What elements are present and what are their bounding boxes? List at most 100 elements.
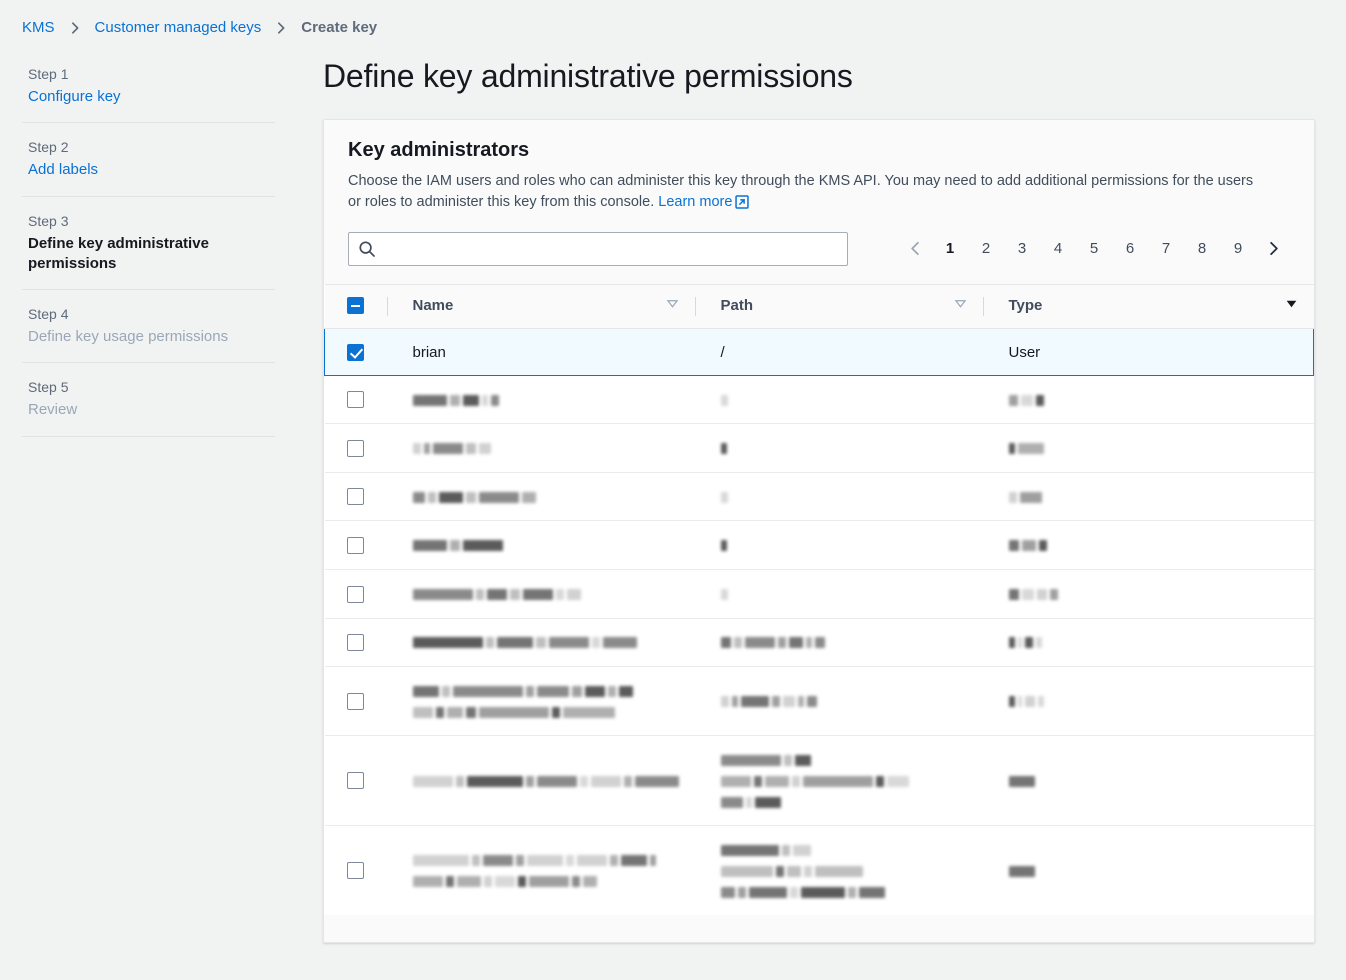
panel-description-text: Choose the IAM users and roles who can a… [348, 172, 1254, 210]
column-header-name-label: Name [412, 297, 454, 315]
row-checkbox[interactable] [346, 772, 364, 790]
panel-title: Key administrators [348, 138, 530, 161]
table-row[interactable] [324, 472, 1314, 522]
redacted-content [1008, 693, 1314, 710]
wizard-steps-sidebar: Step 1 Configure key Step 2 Add labels Step … [0, 50, 275, 437]
redacted-content [1008, 772, 1314, 789]
sort-triangle-icon [1285, 297, 1298, 314]
breadcrumb-separator-icon [274, 21, 288, 35]
pagination-page-8[interactable]: 8 [1188, 233, 1216, 265]
redacted-content [1008, 440, 1314, 457]
pagination-page-2[interactable]: 2 [972, 233, 1000, 265]
row-checkbox[interactable] [346, 439, 364, 457]
wizard-step-4: Step 4 Define key usage permissions [22, 290, 275, 364]
page-layout: Step 1 Configure key Step 2 Add labels Step … [0, 36, 1346, 943]
pagination-page-3[interactable]: 3 [1008, 233, 1036, 265]
cell-type [982, 825, 1314, 916]
search-input[interactable] [348, 231, 848, 266]
redacted-content [720, 634, 983, 651]
cell-path [694, 569, 983, 619]
cell-path [694, 666, 983, 737]
panel-description: Choose the IAM users and roles who can a… [348, 171, 1268, 216]
wizard-step-label: Define key usage permissions [28, 328, 229, 345]
cell-type [982, 472, 1314, 522]
column-header-type-label: Type [1008, 297, 1043, 315]
breadcrumb-separator-icon [68, 21, 82, 35]
redacted-content [412, 772, 695, 789]
table-row[interactable] [324, 666, 1314, 737]
redacted-content [720, 537, 983, 554]
cell-type-text: User [1008, 343, 1041, 361]
pagination-page-5[interactable]: 5 [1080, 233, 1108, 265]
cell-type [982, 375, 1314, 425]
pagination-page-list: 123456789 [932, 233, 1256, 265]
cell-path [694, 520, 983, 571]
breadcrumb-item-create-key: Create key [301, 19, 378, 36]
redacted-content [1008, 391, 1314, 408]
pagination-page-4[interactable]: 4 [1044, 233, 1072, 265]
breadcrumb-item-customer-managed-keys[interactable]: Customer managed keys [95, 19, 262, 36]
main-content: Define key administrative permissions Ke… [275, 50, 1346, 943]
wizard-step-2[interactable]: Step 2 Add labels [22, 123, 275, 197]
wizard-step-number: Step 4 [28, 306, 69, 322]
breadcrumb-item-kms[interactable]: KMS [22, 19, 55, 36]
cell-name [386, 825, 695, 916]
pagination-page-7[interactable]: 7 [1152, 233, 1180, 265]
table-row[interactable] [324, 569, 1314, 619]
row-checkbox[interactable] [346, 634, 364, 652]
wizard-step-label[interactable]: Configure key [28, 87, 275, 107]
row-checkbox[interactable] [346, 537, 364, 555]
column-header-name[interactable]: Name [386, 283, 695, 330]
cell-name [386, 375, 695, 425]
cell-path [694, 825, 983, 916]
cell-type [982, 520, 1314, 571]
key-administrators-panel: Key administrators Choose the IAM users … [323, 118, 1315, 943]
row-checkbox[interactable] [346, 692, 364, 710]
select-all-header [324, 283, 387, 330]
select-all-checkbox[interactable] [346, 297, 364, 315]
breadcrumb: KMS Customer managed keys Create key [0, 0, 1346, 36]
row-select-cell [324, 423, 387, 473]
wizard-step-1[interactable]: Step 1 Configure key [22, 50, 275, 124]
cell-type [982, 735, 1314, 827]
pagination-page-6[interactable]: 6 [1116, 233, 1144, 265]
wizard-step-label[interactable]: Add labels [28, 160, 275, 180]
row-checkbox[interactable] [346, 391, 364, 409]
cell-name [386, 618, 695, 668]
table-body: brian / User [324, 328, 1314, 916]
row-checkbox[interactable] [346, 862, 364, 880]
table-row[interactable] [324, 825, 1314, 916]
table-row[interactable] [324, 735, 1314, 827]
row-checkbox[interactable] [347, 343, 364, 361]
table-head: Name Path Type [324, 283, 1314, 330]
table-row[interactable] [324, 423, 1314, 473]
column-header-path-label: Path [720, 297, 754, 315]
cell-path: / [694, 328, 983, 376]
wizard-step-number: Step 3 [28, 212, 69, 229]
table-header-row: Name Path Type [324, 283, 1314, 330]
pagination-previous-button[interactable] [898, 232, 932, 266]
row-select-cell [324, 375, 387, 425]
cell-path [694, 735, 983, 827]
redacted-content [412, 537, 695, 554]
column-header-type[interactable]: Type [982, 283, 1314, 330]
row-checkbox[interactable] [346, 488, 364, 506]
redacted-content [720, 751, 983, 810]
external-link-icon [735, 195, 750, 216]
table-row[interactable] [324, 375, 1314, 425]
page-title: Define key administrative permissions [323, 58, 853, 94]
table-row[interactable] [324, 520, 1314, 571]
redacted-content [1008, 634, 1314, 651]
row-select-cell [324, 735, 387, 827]
pagination-next-button[interactable] [1256, 232, 1290, 266]
wizard-step-number: Step 2 [28, 139, 69, 156]
table-row[interactable] [324, 618, 1314, 668]
table-row[interactable]: brian / User [324, 328, 1314, 376]
pagination-page-1[interactable]: 1 [936, 233, 964, 265]
column-header-path[interactable]: Path [694, 283, 983, 330]
wizard-step-number: Step 5 [28, 379, 69, 396]
pagination-page-9[interactable]: 9 [1224, 233, 1252, 265]
row-checkbox[interactable] [346, 585, 364, 603]
learn-more-link[interactable]: Learn more [658, 194, 750, 210]
row-select-cell [324, 472, 387, 522]
